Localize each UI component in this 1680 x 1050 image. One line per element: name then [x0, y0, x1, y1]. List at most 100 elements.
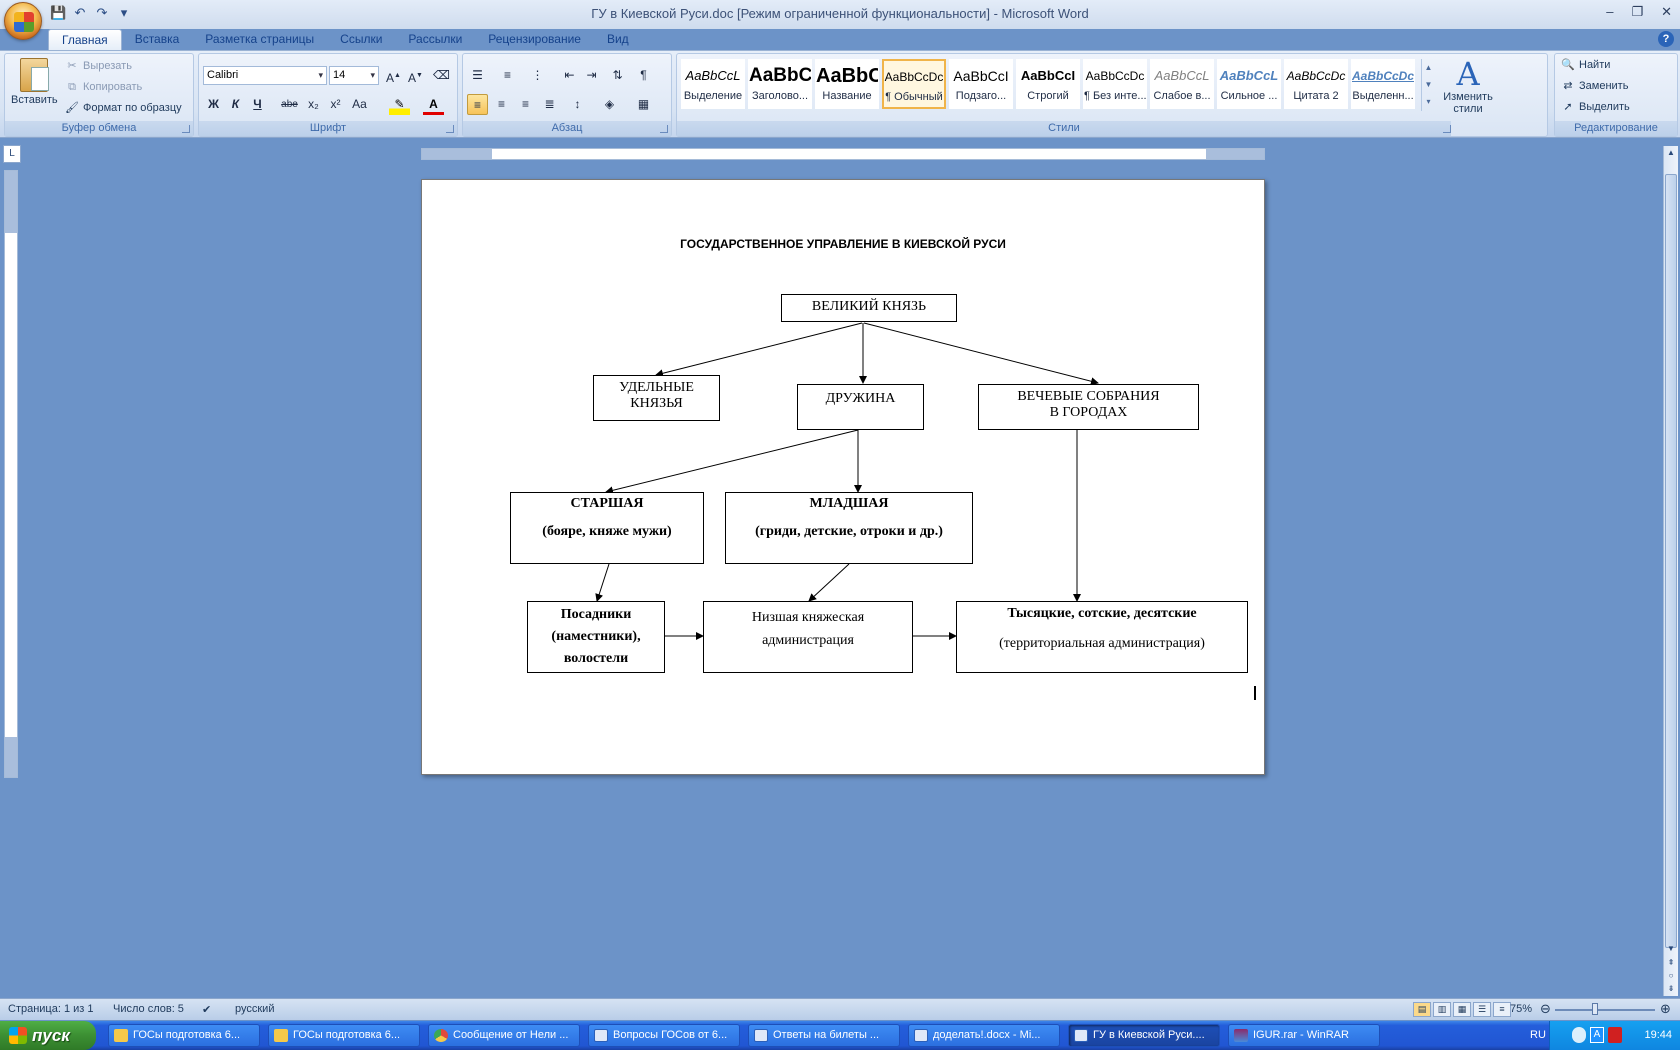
scrollbar-thumb[interactable]	[1665, 174, 1677, 948]
change-case-button[interactable]: Aa	[349, 94, 370, 115]
clock[interactable]: 19:44	[1644, 1029, 1672, 1041]
style-emphasis[interactable]: AaBbCcL Выделение	[681, 59, 745, 109]
replace-button[interactable]: ⇄ Заменить	[1561, 79, 1628, 93]
cut-button[interactable]: ✂ Вырезать	[65, 59, 132, 73]
task-button[interactable]: ГОСы подготовка 6...	[268, 1024, 420, 1047]
bold-button[interactable]: Ж	[203, 94, 224, 115]
vertical-scrollbar[interactable]: ▲ ▼ ⇞ ○ ⇟	[1663, 146, 1678, 996]
style-no-spacing[interactable]: AaBbCcDc ¶ Без инте...	[1083, 59, 1147, 109]
styles-dialog-launcher[interactable]	[1443, 125, 1451, 133]
task-button[interactable]: Вопросы ГОСов от 6...	[588, 1024, 740, 1047]
style-normal[interactable]: AaBbCcDc ¶ Обычный	[882, 59, 946, 109]
horizontal-ruler[interactable]	[421, 148, 1265, 160]
zoom-slider[interactable]	[1555, 1009, 1655, 1011]
scroll-up-icon[interactable]: ▲	[1664, 146, 1678, 160]
spellcheck-icon[interactable]: ✔	[202, 1003, 211, 1016]
multilevel-list-icon[interactable]: ⋮	[527, 65, 548, 86]
style-intense-emphasis[interactable]: AaBbCcL Сильное ...	[1217, 59, 1281, 109]
scroll-down-icon[interactable]: ▼	[1664, 942, 1678, 956]
bullets-icon[interactable]: ☰	[467, 65, 488, 86]
style-intense-quote[interactable]: AaBbCcDc Выделенн...	[1351, 59, 1415, 109]
task-button[interactable]: доделать!.docx - Mi...	[908, 1024, 1060, 1047]
vertical-ruler[interactable]	[4, 170, 18, 778]
zoom-level[interactable]: 75%	[1510, 1003, 1532, 1015]
style-strong[interactable]: AaBbCcI Строгий	[1016, 59, 1080, 109]
italic-button[interactable]: К	[225, 94, 246, 115]
outline-icon[interactable]: ☰	[1473, 1002, 1491, 1017]
clipboard-dialog-launcher[interactable]	[182, 125, 190, 133]
task-button[interactable]: Ответы на билеты ...	[748, 1024, 900, 1047]
print-layout-icon[interactable]: ▤	[1413, 1002, 1431, 1017]
close-button[interactable]: ✕	[1661, 4, 1672, 20]
align-right-icon[interactable]: ≡	[515, 94, 536, 115]
prev-page-icon[interactable]: ⇞	[1664, 956, 1678, 970]
line-spacing-icon[interactable]: ↕	[567, 94, 588, 115]
tab-page-layout[interactable]: Разметка страницы	[192, 29, 327, 51]
font-color-icon[interactable]: A	[423, 94, 444, 115]
grow-font-icon[interactable]: A▲	[383, 65, 404, 86]
start-button[interactable]: пуск	[0, 1021, 96, 1050]
superscript-button[interactable]: x²	[325, 94, 346, 115]
font-size-select[interactable]: 14	[329, 66, 379, 85]
change-styles-button[interactable]: A Изменить стили	[1439, 57, 1497, 115]
paste-button[interactable]: Вставить	[11, 56, 58, 106]
tab-view[interactable]: Вид	[594, 29, 642, 51]
font-family-select[interactable]: Calibri	[203, 66, 327, 85]
decrease-indent-icon[interactable]: ⇤	[559, 65, 580, 86]
tab-review[interactable]: Рецензирование	[475, 29, 594, 51]
strikethrough-button[interactable]: abe	[279, 94, 300, 115]
next-page-icon[interactable]: ⇟	[1664, 982, 1678, 996]
task-button[interactable]: Сообщение от Нели ...	[428, 1024, 580, 1047]
style-title[interactable]: AaBbC Название	[815, 59, 879, 109]
align-left-icon[interactable]: ≡	[467, 94, 488, 115]
page-count[interactable]: Страница: 1 из 1	[8, 1003, 94, 1015]
language-indicator[interactable]: русский	[235, 1003, 274, 1015]
tray-a-icon[interactable]: A	[1590, 1027, 1604, 1043]
underline-button[interactable]: Ч	[247, 94, 268, 115]
select-button[interactable]: ➚ Выделить	[1561, 100, 1629, 114]
show-formatting-icon[interactable]: ¶	[633, 65, 654, 86]
justify-icon[interactable]: ≣	[539, 94, 560, 115]
align-center-icon[interactable]: ≡	[491, 94, 512, 115]
subscript-button[interactable]: x₂	[303, 94, 324, 115]
paragraph-dialog-launcher[interactable]	[660, 125, 668, 133]
tab-insert[interactable]: Вставка	[122, 29, 193, 51]
style-subtle-emphasis[interactable]: AaBbCcL Слабое в...	[1150, 59, 1214, 109]
highlight-icon[interactable]: ✎	[389, 94, 410, 115]
task-button[interactable]: ГОСы подготовка 6...	[108, 1024, 260, 1047]
document-page[interactable]: ГОСУДАРСТВЕННОЕ УПРАВЛЕНИЕ В КИЕВСКОЙ РУ…	[421, 179, 1265, 775]
clear-formatting-icon[interactable]: ⌫	[431, 65, 452, 86]
shrink-font-icon[interactable]: A▼	[405, 65, 426, 86]
office-button[interactable]	[4, 2, 42, 40]
zoom-slider-thumb[interactable]	[1592, 1003, 1598, 1015]
zoom-out-icon[interactable]: ⊖	[1540, 1001, 1551, 1017]
sort-icon[interactable]: ⇅	[607, 65, 628, 86]
style-quote-2[interactable]: AaBbCcDc Цитата 2	[1284, 59, 1348, 109]
tab-selector[interactable]: L	[3, 145, 21, 163]
browse-object-icon[interactable]: ○	[1664, 969, 1678, 983]
format-painter-button[interactable]: 🖌 Формат по образцу	[65, 101, 182, 115]
keyboard-language[interactable]: RU	[1530, 1029, 1546, 1041]
maximize-button[interactable]: ❐	[1631, 4, 1643, 20]
web-layout-icon[interactable]: ▦	[1453, 1002, 1471, 1017]
borders-icon[interactable]: ▦	[633, 94, 654, 115]
find-button[interactable]: 🔍 Найти	[1561, 58, 1610, 72]
minimize-button[interactable]: –	[1606, 4, 1613, 20]
style-heading[interactable]: AaBbC Заголово...	[748, 59, 812, 109]
word-count[interactable]: Число слов: 5	[113, 1003, 184, 1015]
full-screen-reading-icon[interactable]: ▥	[1433, 1002, 1451, 1017]
copy-button[interactable]: ⧉ Копировать	[65, 80, 142, 94]
numbering-icon[interactable]: ≡	[497, 65, 518, 86]
tab-home[interactable]: Главная	[48, 29, 122, 51]
styles-gallery-scroll[interactable]: ▲ ▼ ▾	[1421, 59, 1435, 111]
increase-indent-icon[interactable]: ⇥	[581, 65, 602, 86]
tray-app-icon[interactable]	[1608, 1027, 1622, 1043]
tab-mailings[interactable]: Рассылки	[395, 29, 475, 51]
help-icon[interactable]: ?	[1658, 31, 1674, 47]
tray-back-icon[interactable]	[1572, 1027, 1586, 1043]
tab-references[interactable]: Ссылки	[327, 29, 395, 51]
draft-icon[interactable]: ≡	[1493, 1002, 1511, 1017]
style-subtitle[interactable]: AaBbCcI Подзаго...	[949, 59, 1013, 109]
task-button[interactable]: IGUR.rar - WinRAR	[1228, 1024, 1380, 1047]
task-button-active[interactable]: ГУ в Киевской Руси....	[1068, 1024, 1220, 1047]
